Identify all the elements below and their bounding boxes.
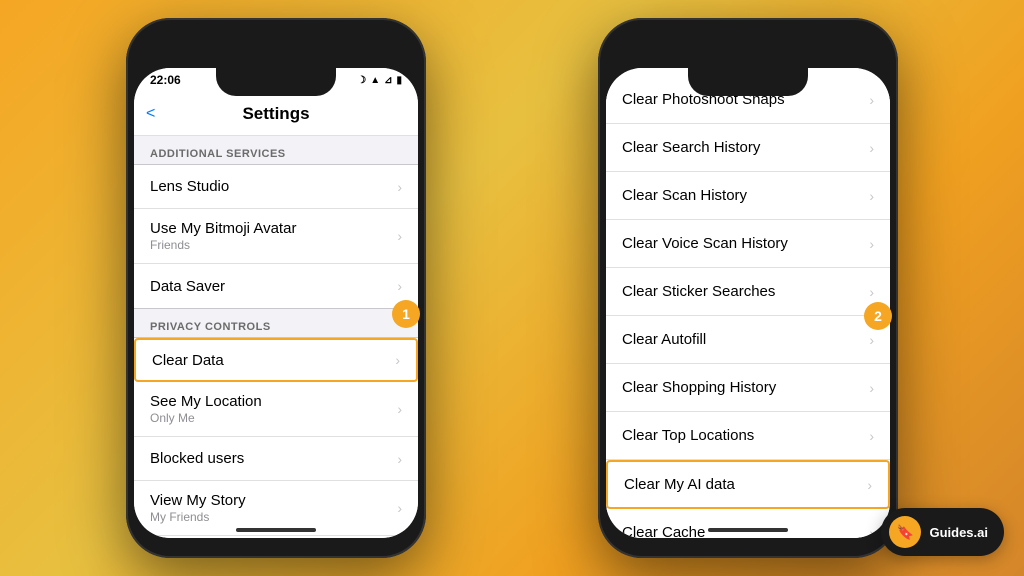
item-scan-history[interactable]: Clear Scan History › bbox=[606, 172, 890, 220]
chevron-icon: › bbox=[397, 278, 402, 294]
menu-item-see-location[interactable]: See My Location Only Me › bbox=[134, 382, 418, 437]
chevron-icon: › bbox=[869, 92, 874, 108]
item-top-locations[interactable]: Clear Top Locations › bbox=[606, 412, 890, 460]
privacy-controls-group: Clear Data › See My Location Only Me › B… bbox=[134, 337, 418, 538]
view-story-label: View My Story bbox=[150, 492, 246, 509]
chevron-icon: › bbox=[395, 352, 400, 368]
chevron-icon: › bbox=[869, 236, 874, 252]
chevron-icon: › bbox=[397, 228, 402, 244]
chevron-icon: › bbox=[869, 332, 874, 348]
blocked-users-label: Blocked users bbox=[150, 450, 244, 467]
phone-notch-right bbox=[688, 68, 808, 96]
signal-icon: ▲ bbox=[370, 75, 380, 86]
nav-bar: < Settings bbox=[134, 92, 418, 136]
top-locations-label: Clear Top Locations bbox=[622, 427, 754, 444]
shopping-label: Clear Shopping History bbox=[622, 379, 776, 396]
clear-cache-label: Clear Cache bbox=[622, 524, 705, 538]
section-header-additional: ADDITIONAL SERVICES bbox=[134, 136, 418, 164]
chevron-icon: › bbox=[869, 380, 874, 396]
clear-data-scroll: Clear Photoshoot Snaps › Clear Search Hi… bbox=[606, 68, 890, 538]
data-saver-label: Data Saver bbox=[150, 278, 225, 295]
chevron-icon: › bbox=[869, 188, 874, 204]
chevron-icon: › bbox=[869, 525, 874, 539]
chevron-icon: › bbox=[397, 500, 402, 516]
clear-data-list: Clear Photoshoot Snaps › Clear Search Hi… bbox=[606, 68, 890, 538]
status-time: 22:06 bbox=[150, 73, 181, 87]
item-clear-cache[interactable]: Clear Cache › bbox=[606, 509, 890, 538]
home-bar bbox=[236, 528, 316, 532]
step-badge-2: 2 bbox=[864, 302, 892, 330]
bookmark-icon: 🔖 bbox=[897, 524, 914, 541]
autofill-label: Clear Autofill bbox=[622, 331, 706, 348]
item-shopping-history[interactable]: Clear Shopping History › bbox=[606, 364, 890, 412]
phone-screen-left: 22:06 ☽ ▲ ⊿ ▮ < Settings ADDITIONAL SERV… bbox=[134, 68, 418, 538]
bitmoji-label: Use My Bitmoji Avatar bbox=[150, 220, 296, 237]
menu-item-lens-studio[interactable]: Lens Studio › bbox=[134, 165, 418, 209]
chevron-icon: › bbox=[869, 284, 874, 300]
item-search-history[interactable]: Clear Search History › bbox=[606, 124, 890, 172]
chevron-icon: › bbox=[869, 428, 874, 444]
guides-icon: 🔖 bbox=[889, 516, 921, 548]
bitmoji-sublabel: Friends bbox=[150, 238, 296, 252]
chevron-icon: › bbox=[869, 140, 874, 156]
phone-right: Clear Photoshoot Snaps › Clear Search Hi… bbox=[598, 18, 898, 558]
menu-item-contact-me[interactable]: Contact Me › bbox=[134, 536, 418, 538]
sticker-label: Clear Sticker Searches bbox=[622, 283, 775, 300]
search-history-label: Clear Search History bbox=[622, 139, 760, 156]
settings-scroll-content: ADDITIONAL SERVICES Lens Studio › Use My… bbox=[134, 136, 418, 538]
additional-services-group: Lens Studio › Use My Bitmoji Avatar Frie… bbox=[134, 164, 418, 309]
chevron-icon: › bbox=[397, 179, 402, 195]
phone-screen-right: Clear Photoshoot Snaps › Clear Search Hi… bbox=[606, 68, 890, 538]
clear-ai-label: Clear My AI data bbox=[624, 476, 735, 493]
scan-history-label: Clear Scan History bbox=[622, 187, 747, 204]
back-button[interactable]: < bbox=[146, 105, 155, 123]
section-header-privacy: PRIVACY CONTROLS bbox=[134, 309, 418, 337]
chevron-icon: › bbox=[397, 451, 402, 467]
item-clear-ai-data[interactable]: Clear My AI data › bbox=[606, 460, 890, 509]
chevron-icon: › bbox=[397, 401, 402, 417]
menu-item-blocked-users[interactable]: Blocked users › bbox=[134, 437, 418, 481]
step-badge-1: 1 bbox=[392, 300, 420, 328]
wifi-icon: ⊿ bbox=[384, 75, 392, 86]
home-bar-right bbox=[708, 528, 788, 532]
page-title: Settings bbox=[242, 104, 309, 124]
voice-scan-label: Clear Voice Scan History bbox=[622, 235, 788, 252]
menu-item-bitmoji[interactable]: Use My Bitmoji Avatar Friends › bbox=[134, 209, 418, 264]
see-location-label: See My Location bbox=[150, 393, 262, 410]
guides-label: Guides.ai bbox=[929, 525, 988, 540]
moon-icon: ☽ bbox=[357, 75, 366, 86]
item-autofill[interactable]: Clear Autofill › bbox=[606, 316, 890, 364]
see-location-sublabel: Only Me bbox=[150, 411, 262, 425]
battery-icon: ▮ bbox=[396, 75, 402, 86]
view-story-sublabel: My Friends bbox=[150, 510, 246, 524]
status-icons: ☽ ▲ ⊿ ▮ bbox=[357, 75, 402, 86]
guides-ai-badge[interactable]: 🔖 Guides.ai bbox=[881, 508, 1004, 556]
phone-notch bbox=[216, 68, 336, 96]
clear-data-label: Clear Data bbox=[152, 352, 224, 369]
phone-left: 22:06 ☽ ▲ ⊿ ▮ < Settings ADDITIONAL SERV… bbox=[126, 18, 426, 558]
item-sticker-searches[interactable]: Clear Sticker Searches › bbox=[606, 268, 890, 316]
chevron-icon: › bbox=[867, 477, 872, 493]
item-voice-scan[interactable]: Clear Voice Scan History › bbox=[606, 220, 890, 268]
menu-item-clear-data[interactable]: Clear Data › bbox=[134, 338, 418, 382]
lens-studio-label: Lens Studio bbox=[150, 178, 229, 195]
menu-item-data-saver[interactable]: Data Saver › bbox=[134, 264, 418, 308]
